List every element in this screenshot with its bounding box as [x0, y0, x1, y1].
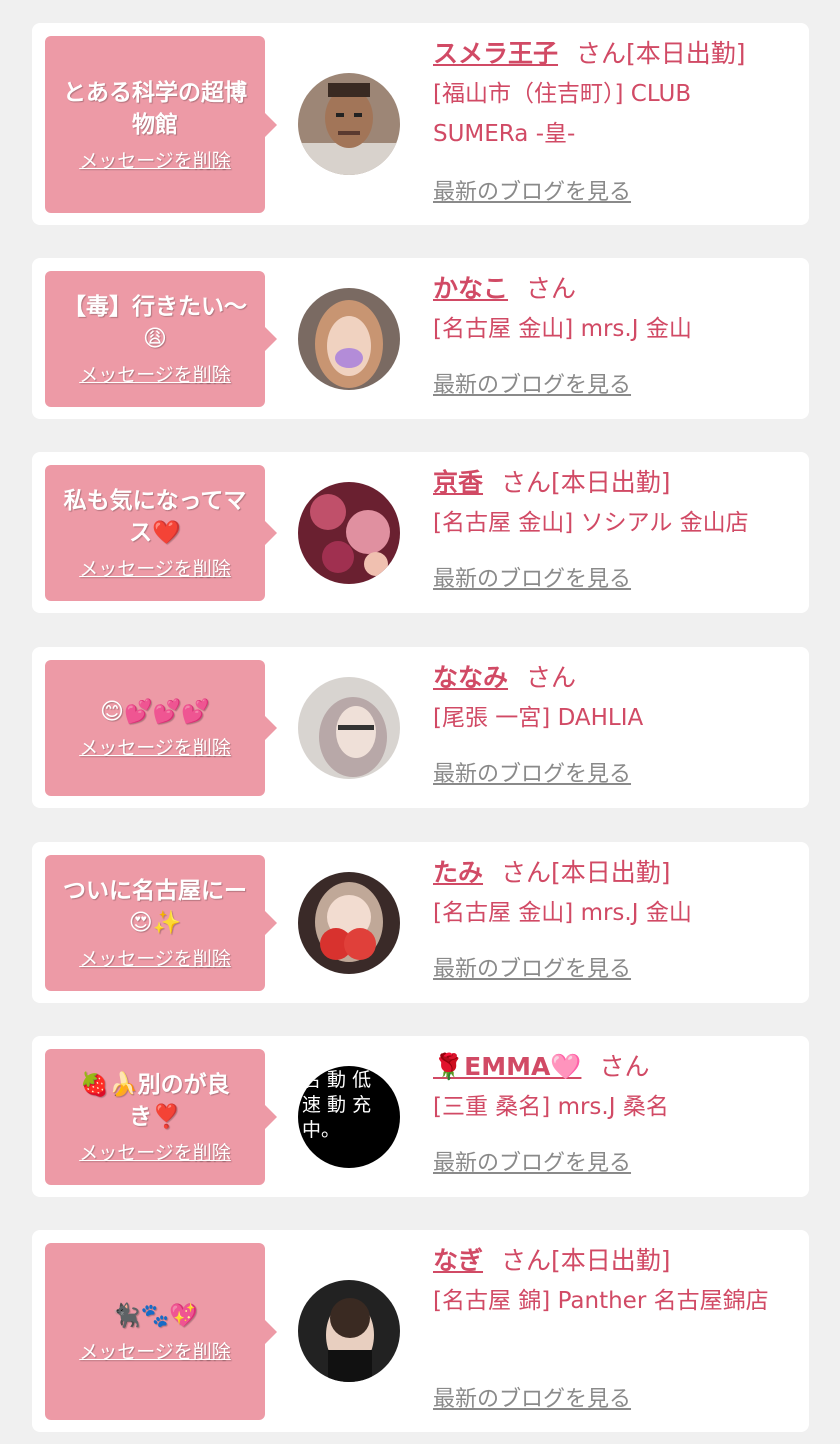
delete-message-link[interactable]: メッセージを削除	[79, 149, 231, 173]
shop-label: [名古屋 金山] ソシアル 金山店	[433, 510, 749, 536]
message-card: 🐈‍⬛🐾💖 メッセージを削除 なぎ さん[本日出勤] [名古屋 錦] Panthe…	[32, 1230, 809, 1432]
message-card: 😊💕💕💕 メッセージを削除 ななみ さん [尾張 一宮] DAHLIA 最新のブロ…	[32, 647, 809, 808]
message-card: ついに名古屋にー 😍✨ メッセージを削除 たみ さん[本日出勤] [名古屋 金山]…	[32, 842, 809, 1003]
delete-message-link[interactable]: メッセージを削除	[79, 947, 231, 971]
delete-message-link[interactable]: メッセージを削除	[79, 1141, 231, 1165]
message-card: 🍓🍌別のが良き❣️ メッセージを削除 名 動 低 速 動 充 中。 🌹EMMA🩷…	[32, 1036, 809, 1197]
delete-message-link[interactable]: メッセージを削除	[79, 363, 231, 387]
message-bubble: 【毒】行きたい〜 😩 メッセージを削除	[45, 271, 277, 407]
avatar[interactable]	[298, 872, 400, 974]
message-bubble: ついに名古屋にー 😍✨ メッセージを削除	[45, 855, 277, 991]
message-bubble: 😊💕💕💕 メッセージを削除	[45, 660, 277, 796]
latest-blog-link[interactable]: 最新のブログを見る	[433, 1385, 631, 1415]
avatar[interactable]	[298, 1280, 400, 1382]
shop-label: [三重 桑名] mrs.J 桑名	[433, 1094, 669, 1120]
girl-name-link[interactable]: かなこ	[433, 274, 508, 303]
delete-message-link[interactable]: メッセージを削除	[79, 557, 231, 581]
latest-blog-link[interactable]: 最新のブログを見る	[433, 955, 631, 985]
message-text: 🍓🍌別のが良き❣️	[80, 1072, 230, 1130]
girl-name-link[interactable]: なぎ	[433, 1246, 483, 1275]
message-text: 私も気になってマス❤️	[63, 488, 247, 546]
latest-blog-link[interactable]: 最新のブログを見る	[433, 565, 631, 595]
name-suffix: さん	[599, 1052, 650, 1081]
latest-blog-link[interactable]: 最新のブログを見る	[433, 760, 631, 790]
shop-label: [名古屋 金山] mrs.J 金山	[433, 900, 692, 926]
girl-name-link[interactable]: ななみ	[433, 663, 508, 692]
delete-message-link[interactable]: メッセージを削除	[79, 736, 231, 760]
message-card: 私も気になってマス❤️ メッセージを削除 京香 さん[本日出勤] [名古屋 金山]…	[32, 452, 809, 613]
shop-label: [名古屋 金山] mrs.J 金山	[433, 316, 692, 342]
message-text: ついに名古屋にー 😍✨	[63, 878, 247, 936]
latest-blog-link[interactable]: 最新のブログを見る	[433, 1149, 631, 1179]
girl-name-link[interactable]: スメラ王子	[433, 39, 558, 68]
message-bubble: とある科学の超博物館 メッセージを削除	[45, 36, 277, 213]
message-bubble: 🍓🍌別のが良き❣️ メッセージを削除	[45, 1049, 277, 1185]
message-card: とある科学の超博物館 メッセージを削除 スメラ王子 さん[本日出勤] [福山市（住…	[32, 23, 809, 225]
message-bubble: 🐈‍⬛🐾💖 メッセージを削除	[45, 1243, 277, 1420]
name-suffix: さん	[526, 663, 577, 692]
shop-label: [名古屋 錦] Panther 名古屋錦店	[433, 1288, 769, 1314]
message-text: 🐈‍⬛🐾💖	[112, 1302, 198, 1329]
message-card: 【毒】行きたい〜 😩 メッセージを削除 かなこ さん [名古屋 金山] mrs.J…	[32, 258, 809, 419]
avatar-overlay-text: 名 動 低 速 動 充 中。	[302, 1069, 372, 1141]
name-suffix: さん[本日出勤]	[501, 468, 671, 497]
latest-blog-link[interactable]: 最新のブログを見る	[433, 178, 631, 208]
name-suffix: さん[本日出勤]	[576, 39, 746, 68]
delete-message-link[interactable]: メッセージを削除	[79, 1340, 231, 1364]
message-text: 😊💕💕💕	[100, 699, 210, 725]
avatar[interactable]	[298, 288, 400, 390]
latest-blog-link[interactable]: 最新のブログを見る	[433, 371, 631, 401]
girl-name-link[interactable]: 🌹EMMA🩷	[433, 1052, 581, 1081]
avatar[interactable]	[298, 73, 400, 175]
avatar[interactable]	[298, 677, 400, 779]
avatar[interactable]: 名 動 低 速 動 充 中。	[298, 1066, 400, 1168]
girl-name-link[interactable]: たみ	[433, 858, 483, 887]
shop-label: [尾張 一宮] DAHLIA	[433, 705, 644, 731]
girl-name-link[interactable]: 京香	[433, 468, 483, 497]
name-suffix: さん[本日出勤]	[501, 858, 671, 887]
shop-label: [福山市（住吉町）] CLUB SUMERa -皇-	[433, 81, 692, 147]
message-bubble: 私も気になってマス❤️ メッセージを削除	[45, 465, 277, 601]
name-suffix: さん[本日出勤]	[501, 1246, 671, 1275]
avatar[interactable]	[298, 482, 400, 584]
name-suffix: さん	[526, 274, 577, 303]
message-text: とある科学の超博物館	[63, 79, 247, 138]
message-text: 【毒】行きたい〜 😩	[63, 294, 247, 352]
